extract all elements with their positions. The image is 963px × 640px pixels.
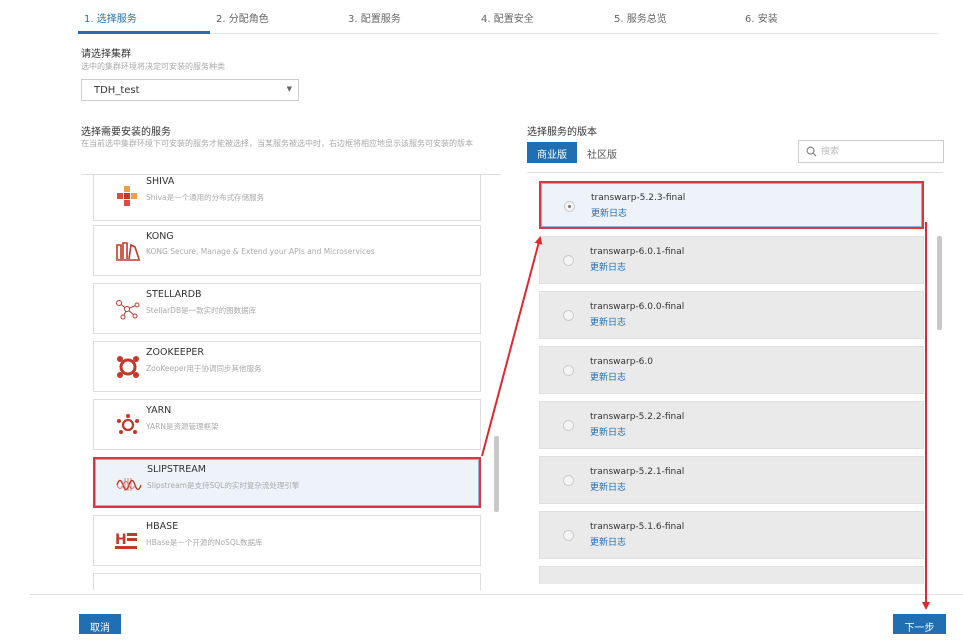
service-desc: Slipstream是支持SQL的实时复杂流处理引擎 [147, 481, 300, 490]
service-name: HBASE [146, 521, 179, 532]
changelog-link[interactable]: 更新日志 [590, 535, 626, 548]
step-select-service[interactable]: 1. 选择服务 [84, 10, 137, 25]
version-name: transwarp-6.0 [590, 357, 653, 367]
step-configure-service[interactable]: 3. 配置服务 [348, 10, 401, 25]
service-name: KONG [146, 231, 174, 242]
services-subtitle: 在当前选中集群环境下可安装的服务才能被选择，当某服务被选中时，右边框将相应地显示… [81, 139, 473, 148]
cluster-subtitle: 选中的集群环境将决定可安装的服务种类 [81, 62, 225, 71]
service-list-scrollbar[interactable] [494, 436, 499, 512]
version-radio[interactable] [563, 530, 574, 541]
service-name: SHIVA [146, 176, 175, 187]
shiva-icon [117, 186, 137, 206]
service-card-slipstream[interactable]: SLIPSTREAM Slipstream是支持SQL的实时复杂流处理引擎 [93, 457, 481, 508]
service-card-shiva[interactable]: SHIVA Shiva是一个通用的分布式存储服务 [93, 175, 481, 221]
footer-divider [30, 594, 963, 595]
version-list-scrollbar[interactable] [937, 236, 942, 330]
service-card-stellardb[interactable]: STELLARDB StellarDB是一款实时的图数据库 [93, 283, 481, 334]
service-card-zookeeper[interactable]: ZOOKEEPER ZooKeeper用于协调同步其他服务 [93, 341, 481, 392]
changelog-link[interactable]: 更新日志 [591, 206, 627, 219]
yarn-icon [117, 414, 139, 434]
version-radio[interactable] [563, 475, 574, 486]
slipstream-icon [116, 478, 142, 491]
service-card-hbase[interactable]: H HBASE HBase是一个开源的NoSQL数据库 [93, 515, 481, 566]
changelog-link[interactable]: 更新日志 [590, 370, 626, 383]
cancel-button[interactable]: 取消 [79, 614, 121, 634]
service-desc: YARN是资源管理框架 [146, 422, 219, 431]
wizard-steps: 1. 选择服务 2. 分配角色 3. 配置服务 4. 配置安全 5. 服务总览 … [78, 0, 938, 34]
zookeeper-icon [117, 356, 139, 378]
step-service-overview[interactable]: 5. 服务总览 [614, 10, 667, 25]
service-list: SHIVA Shiva是一个通用的分布式存储服务 KONG KONG Secur… [81, 174, 501, 590]
search-input[interactable] [821, 144, 939, 159]
cluster-select[interactable]: TDH_test ▼ [81, 79, 299, 101]
tab-community[interactable]: 社区版 [582, 142, 622, 163]
version-name: transwarp-5.2.3-final [591, 193, 686, 203]
kong-icon [116, 242, 140, 261]
version-card[interactable] [539, 566, 924, 584]
search-icon [806, 146, 817, 157]
version-name: transwarp-6.0.1-final [590, 247, 685, 257]
version-name: transwarp-6.0.0-final [590, 302, 685, 312]
hbase-icon: H [115, 532, 137, 549]
version-card[interactable]: transwarp-5.2.3-final 更新日志 [539, 181, 924, 229]
versions-title: 选择服务的版本 [527, 127, 597, 138]
version-name: transwarp-5.2.1-final [590, 467, 685, 477]
version-name: transwarp-5.1.6-final [590, 522, 685, 532]
version-card[interactable]: transwarp-6.0.0-final 更新日志 [539, 291, 924, 339]
cluster-select-value: TDH_test [94, 85, 140, 96]
stellardb-icon [116, 300, 140, 320]
step-assign-roles[interactable]: 2. 分配角色 [216, 10, 269, 25]
service-desc: Shiva是一个通用的分布式存储服务 [146, 193, 265, 202]
version-radio[interactable] [564, 201, 575, 212]
active-step-indicator [78, 31, 210, 34]
service-card-yarn[interactable]: YARN YARN是资源管理框架 [93, 399, 481, 450]
version-card[interactable]: transwarp-5.2.1-final 更新日志 [539, 456, 924, 504]
version-card[interactable]: transwarp-6.0 更新日志 [539, 346, 924, 394]
tab-commercial[interactable]: 商业版 [527, 142, 577, 163]
services-title: 选择需要安装的服务 [81, 127, 171, 138]
step-configure-security[interactable]: 4. 配置安全 [481, 10, 534, 25]
service-name: YARN [146, 405, 172, 416]
version-radio[interactable] [563, 365, 574, 376]
service-card-kong[interactable]: KONG KONG Secure, Manage & Extend your A… [93, 225, 481, 276]
caret-down-icon: ▼ [286, 85, 292, 93]
service-desc: StellarDB是一款实时的图数据库 [146, 306, 257, 315]
next-button[interactable]: 下一步 [893, 614, 946, 634]
svg-text:H: H [115, 532, 127, 548]
service-desc: HBase是一个开源的NoSQL数据库 [146, 538, 263, 547]
version-search [798, 140, 944, 163]
service-name: ZOOKEEPER [146, 347, 205, 358]
version-card[interactable]: transwarp-5.2.2-final 更新日志 [539, 401, 924, 449]
version-radio[interactable] [563, 255, 574, 266]
service-card-next[interactable] [93, 573, 481, 590]
version-radio[interactable] [563, 310, 574, 321]
version-card[interactable]: transwarp-5.1.6-final 更新日志 [539, 511, 924, 559]
service-name: SLIPSTREAM [147, 464, 206, 475]
step-install[interactable]: 6. 安装 [745, 10, 778, 25]
version-name: transwarp-5.2.2-final [590, 412, 685, 422]
changelog-link[interactable]: 更新日志 [590, 260, 626, 273]
service-name: STELLARDB [146, 289, 202, 300]
changelog-link[interactable]: 更新日志 [590, 315, 626, 328]
cluster-title: 请选择集群 [81, 49, 131, 60]
version-list: transwarp-5.2.3-final 更新日志 transwarp-6.0… [527, 172, 943, 584]
changelog-link[interactable]: 更新日志 [590, 425, 626, 438]
changelog-link[interactable]: 更新日志 [590, 480, 626, 493]
service-desc: ZooKeeper用于协调同步其他服务 [146, 364, 262, 373]
version-radio[interactable] [563, 420, 574, 431]
service-desc: KONG Secure, Manage & Extend your APIs a… [146, 247, 375, 256]
version-card[interactable]: transwarp-6.0.1-final 更新日志 [539, 236, 924, 284]
